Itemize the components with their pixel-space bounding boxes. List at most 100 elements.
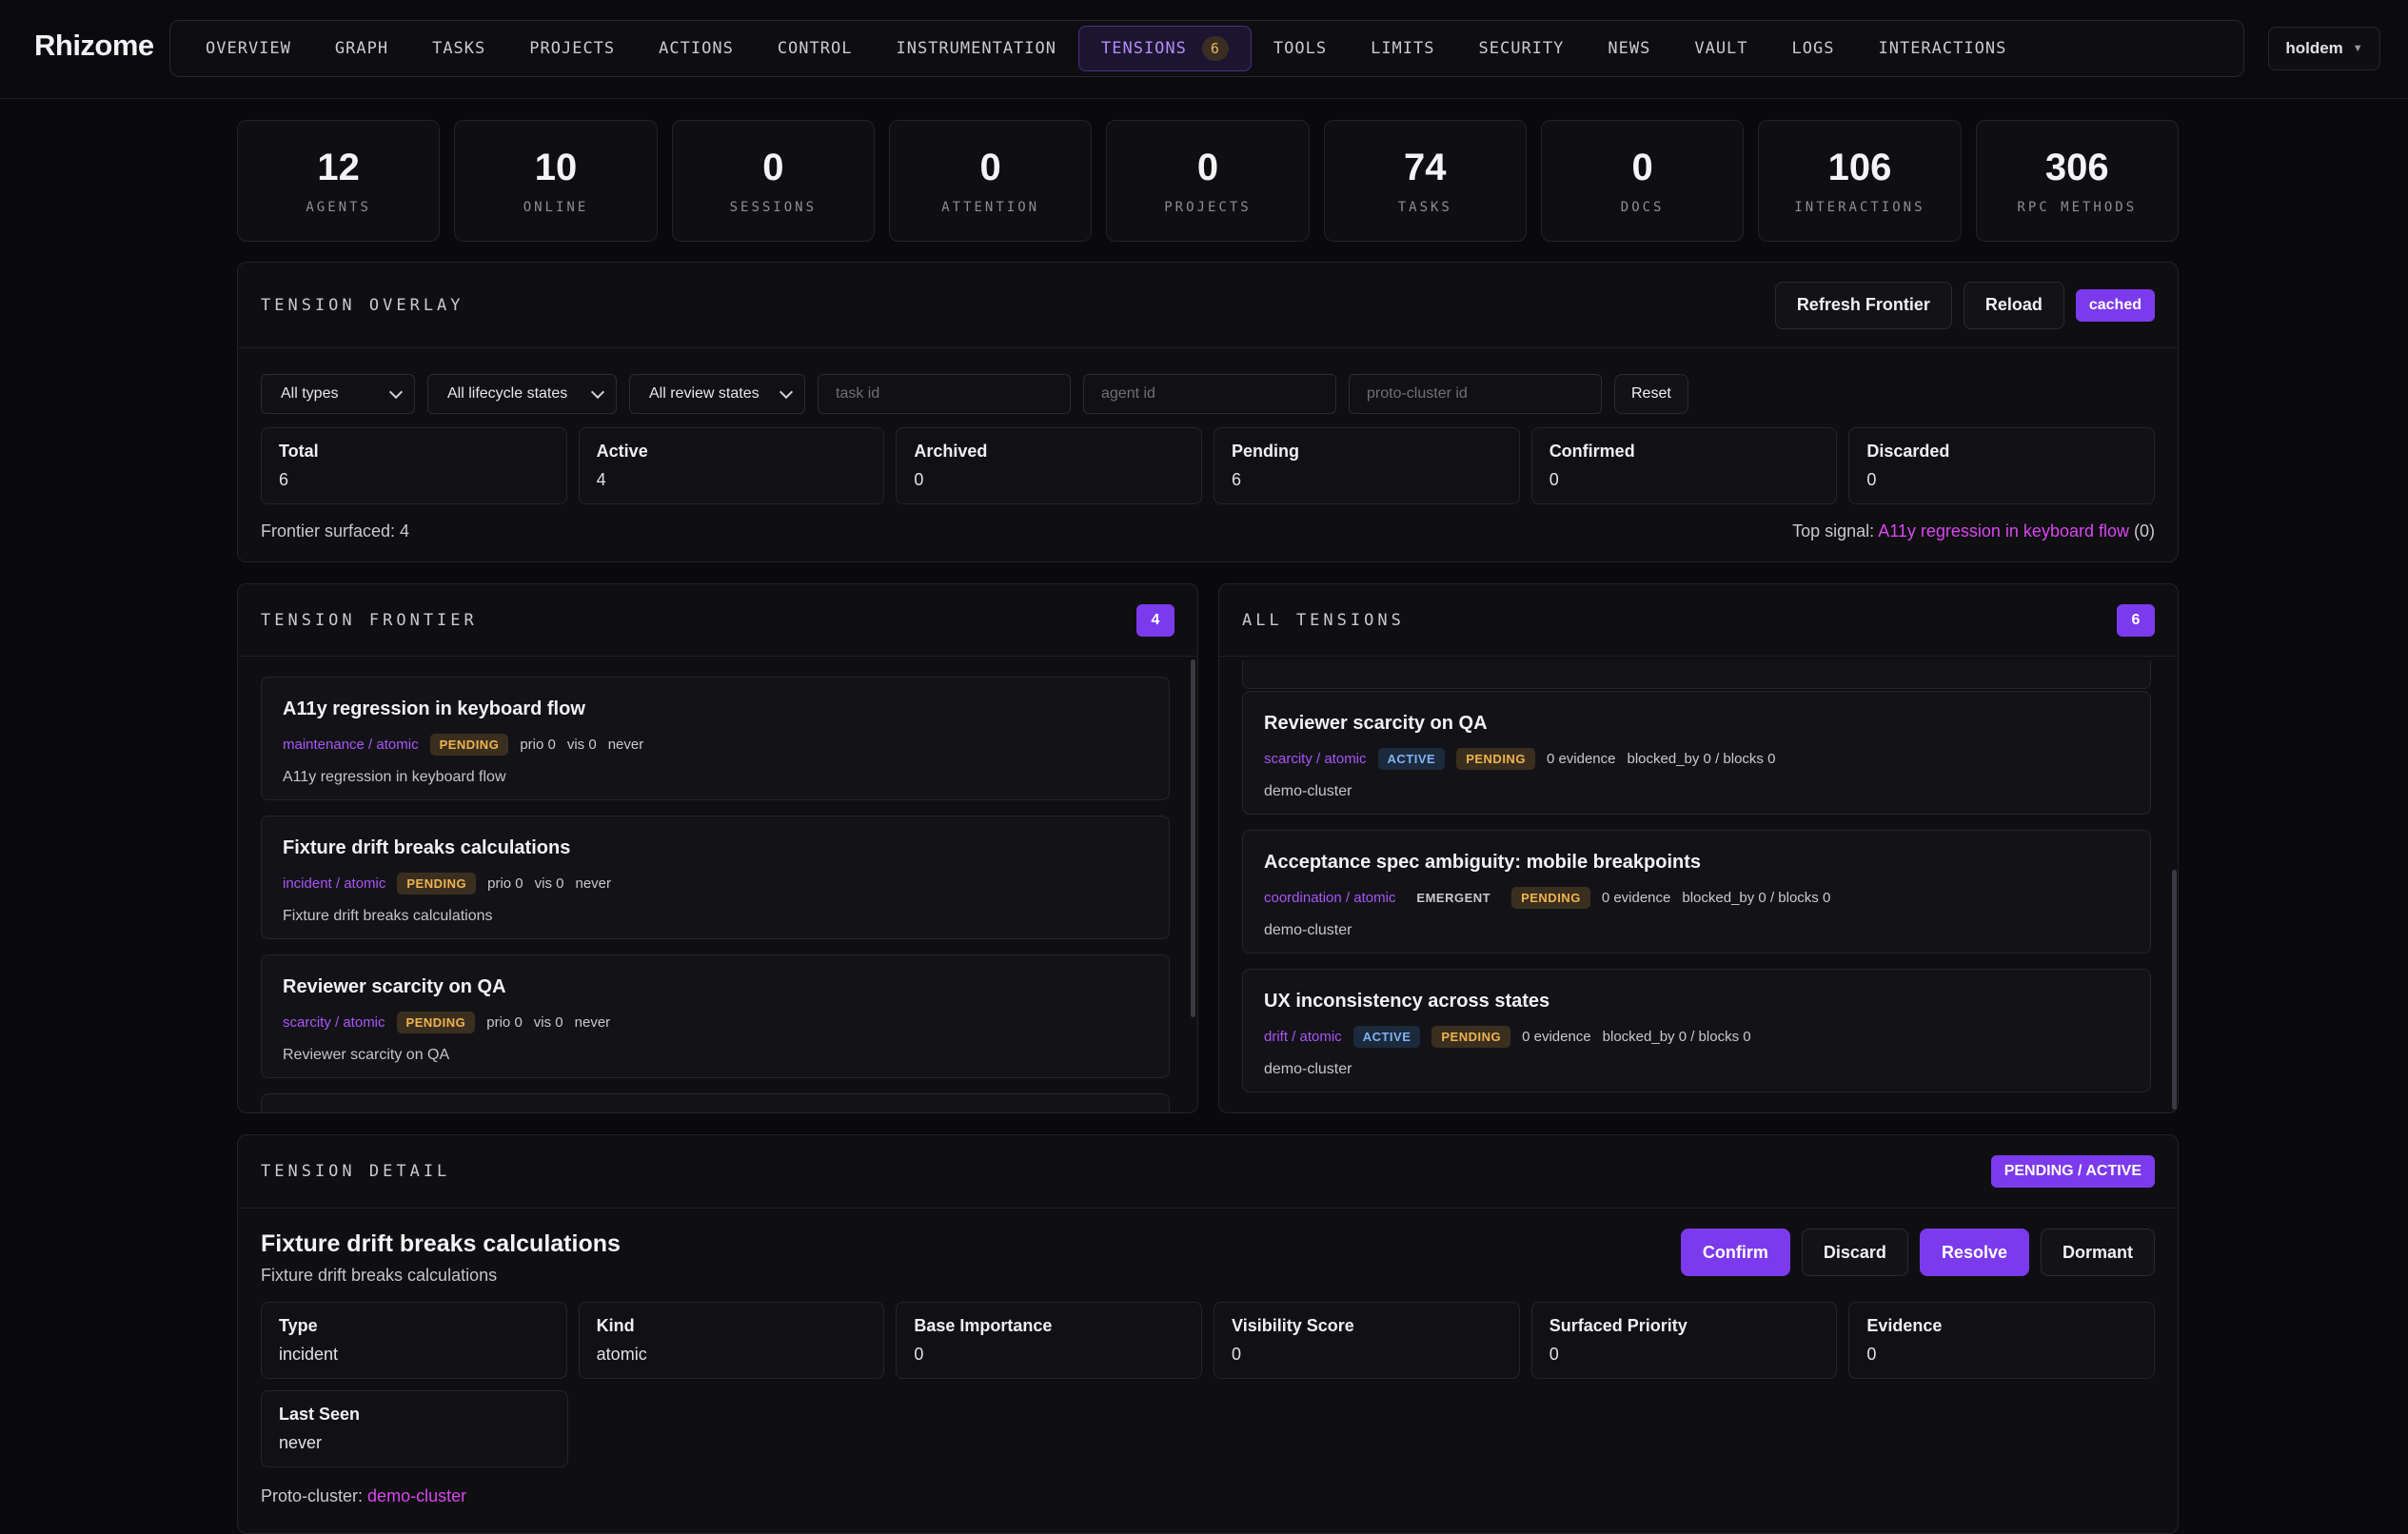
nav-interactions[interactable]: INTERACTIONS bbox=[1856, 26, 2028, 71]
type-filter-select[interactable]: All types bbox=[261, 374, 415, 414]
metric-value: 6 bbox=[1232, 470, 1242, 489]
nav-control[interactable]: CONTROL bbox=[756, 26, 875, 71]
metric-discarded: Discarded 0 bbox=[1848, 427, 2156, 504]
frontier-card[interactable]: Reviewer scarcity on QA scarcity / atomi… bbox=[261, 954, 1170, 1078]
priority-value: prio 0 bbox=[520, 737, 556, 753]
discard-button[interactable]: Discard bbox=[1801, 1229, 1908, 1276]
frontier-card-partial[interactable] bbox=[261, 1093, 1170, 1112]
nav-tools[interactable]: TOOLS bbox=[1252, 26, 1349, 71]
nav-instrumentation[interactable]: INSTRUMENTATION bbox=[874, 26, 1078, 71]
review-filter-select[interactable]: All review states bbox=[629, 374, 805, 414]
metric-archived: Archived 0 bbox=[896, 427, 1203, 504]
tension-card-partial[interactable] bbox=[1242, 660, 2151, 689]
tension-card[interactable]: Acceptance spec ambiguity: mobile breakp… bbox=[1242, 830, 2151, 954]
visibility-value: vis 0 bbox=[566, 737, 597, 753]
confirm-button[interactable]: Confirm bbox=[1680, 1229, 1790, 1276]
tension-frontier-panel: TENSION FRONTIER 4 A11y regression in ke… bbox=[237, 583, 1198, 1113]
stat-label: SESSIONS bbox=[729, 200, 818, 215]
review-status-badge: PENDING bbox=[429, 734, 509, 756]
stat-card: 74 TASKS bbox=[1323, 120, 1527, 242]
stat-card: 106 INTERACTIONS bbox=[1758, 120, 1962, 242]
top-signal-link[interactable]: A11y regression in keyboard flow bbox=[1878, 521, 2129, 541]
nav-news[interactable]: NEWS bbox=[1586, 26, 1672, 71]
frontier-scrollbar[interactable] bbox=[1191, 659, 1195, 1017]
cached-badge: cached bbox=[2075, 288, 2155, 322]
stat-card: 0 PROJECTS bbox=[1106, 120, 1310, 242]
detail-field-evidence: Evidence 0 bbox=[1848, 1302, 2156, 1379]
stat-label: ONLINE bbox=[523, 200, 589, 215]
lifecycle-filter-select[interactable]: All lifecycle states bbox=[427, 374, 617, 414]
stat-value: 106 bbox=[1827, 147, 1892, 188]
nav-tensions[interactable]: TENSIONS 6 bbox=[1078, 26, 1252, 71]
stat-value: 10 bbox=[534, 147, 578, 188]
nav-limits[interactable]: LIMITS bbox=[1349, 26, 1456, 71]
metric-label: Active bbox=[596, 442, 648, 461]
reset-filters-button[interactable]: Reset bbox=[1614, 374, 1688, 414]
tension-card[interactable]: Reviewer scarcity on QA scarcity / atomi… bbox=[1242, 691, 2151, 815]
stat-label: AGENTS bbox=[306, 200, 371, 215]
frontier-card[interactable]: Fixture drift breaks calculations incide… bbox=[261, 816, 1170, 939]
all-tensions-count-badge: 6 bbox=[2117, 603, 2155, 637]
all-tensions-scrollbar[interactable] bbox=[2172, 870, 2177, 1110]
stat-card: 10 ONLINE bbox=[454, 120, 658, 242]
refresh-frontier-button[interactable]: Refresh Frontier bbox=[1774, 281, 1952, 329]
nav-actions[interactable]: ACTIONS bbox=[637, 26, 756, 71]
nav-overview[interactable]: OVERVIEW bbox=[184, 26, 313, 71]
detail-fields: Type incident Kind atomic Base Importance 0… bbox=[261, 1302, 2156, 1379]
tension-type: coordination / atomic bbox=[1264, 890, 1396, 906]
stat-label: RPC METHODS bbox=[2017, 200, 2138, 215]
nav-graph[interactable]: GRAPH bbox=[313, 26, 410, 71]
proto-cluster-link[interactable]: demo-cluster bbox=[367, 1486, 466, 1505]
metric-value: 0 bbox=[914, 470, 924, 489]
nav-logs[interactable]: LOGS bbox=[1770, 26, 1857, 71]
visibility-value: vis 0 bbox=[533, 1014, 563, 1031]
stat-card: 306 RPC METHODS bbox=[1975, 120, 2179, 242]
last-seen-value: never bbox=[574, 1014, 611, 1031]
stat-card: 12 AGENTS bbox=[237, 120, 441, 242]
detail-actions: Confirm Discard Resolve Dormant bbox=[1680, 1229, 2155, 1276]
stat-card: 0 DOCS bbox=[1540, 120, 1745, 242]
app-brand[interactable]: Rhizome bbox=[34, 29, 154, 63]
priority-value: prio 0 bbox=[487, 875, 523, 892]
field-label: Surfaced Priority bbox=[1549, 1316, 1688, 1335]
field-label: Kind bbox=[596, 1316, 635, 1335]
detail-tension-description: Fixture drift breaks calculations bbox=[261, 1266, 498, 1285]
metric-label: Confirmed bbox=[1549, 442, 1635, 461]
field-value: 0 bbox=[914, 1345, 924, 1364]
tension-title: Acceptance spec ambiguity: mobile breakp… bbox=[1264, 852, 1702, 873]
tension-title: Reviewer scarcity on QA bbox=[1264, 713, 1488, 734]
nav-security[interactable]: SECURITY bbox=[1457, 26, 1587, 71]
proto-cluster-id-input[interactable]: proto-cluster id bbox=[1349, 374, 1602, 414]
metric-total: Total 6 bbox=[261, 427, 567, 504]
nav-projects[interactable]: PROJECTS bbox=[507, 26, 637, 71]
detail-title: TENSION DETAIL bbox=[261, 1162, 451, 1181]
stat-label: DOCS bbox=[1620, 200, 1665, 215]
detail-field-last-seen: Last Seen never bbox=[261, 1390, 568, 1467]
blocking-info: blocked_by 0 / blocks 0 bbox=[1682, 890, 1831, 906]
review-status-badge: PENDING bbox=[397, 873, 477, 895]
reload-button[interactable]: Reload bbox=[1963, 281, 2064, 329]
tension-title: Reviewer scarcity on QA bbox=[283, 976, 506, 997]
stat-label: ATTENTION bbox=[941, 200, 1040, 215]
detail-tension-name: Fixture drift breaks calculations bbox=[261, 1230, 621, 1257]
agent-id-input[interactable]: agent id bbox=[1083, 374, 1336, 414]
nav-tasks[interactable]: TASKS bbox=[410, 26, 507, 71]
overlay-actions: Refresh Frontier Reload cached bbox=[1774, 281, 2155, 329]
resolve-button[interactable]: Resolve bbox=[1919, 1229, 2029, 1276]
tension-card[interactable]: UX inconsistency across states drift / a… bbox=[1242, 969, 2151, 1092]
tension-title: UX inconsistency across states bbox=[1264, 991, 1550, 1012]
top-signal: Top signal: A11y regression in keyboard … bbox=[1792, 521, 2155, 541]
metric-value: 0 bbox=[1866, 470, 1877, 489]
metric-label: Discarded bbox=[1866, 442, 1950, 461]
nav-tensions-count-badge: 6 bbox=[1201, 36, 1229, 61]
nav-tensions-label: TENSIONS bbox=[1101, 39, 1187, 58]
tension-type: incident / atomic bbox=[283, 875, 386, 892]
nav-vault[interactable]: VAULT bbox=[1672, 26, 1769, 71]
frontier-list: A11y regression in keyboard flow mainten… bbox=[261, 677, 1170, 1112]
user-menu[interactable]: holdem ▼ bbox=[2268, 27, 2380, 70]
tension-meta: scarcity / atomic ACTIVE PENDING 0 evide… bbox=[1264, 748, 2129, 770]
dormant-button[interactable]: Dormant bbox=[2040, 1229, 2155, 1276]
field-label: Base Importance bbox=[914, 1316, 1053, 1335]
frontier-card[interactable]: A11y regression in keyboard flow mainten… bbox=[261, 677, 1170, 800]
task-id-input[interactable]: task id bbox=[818, 374, 1071, 414]
